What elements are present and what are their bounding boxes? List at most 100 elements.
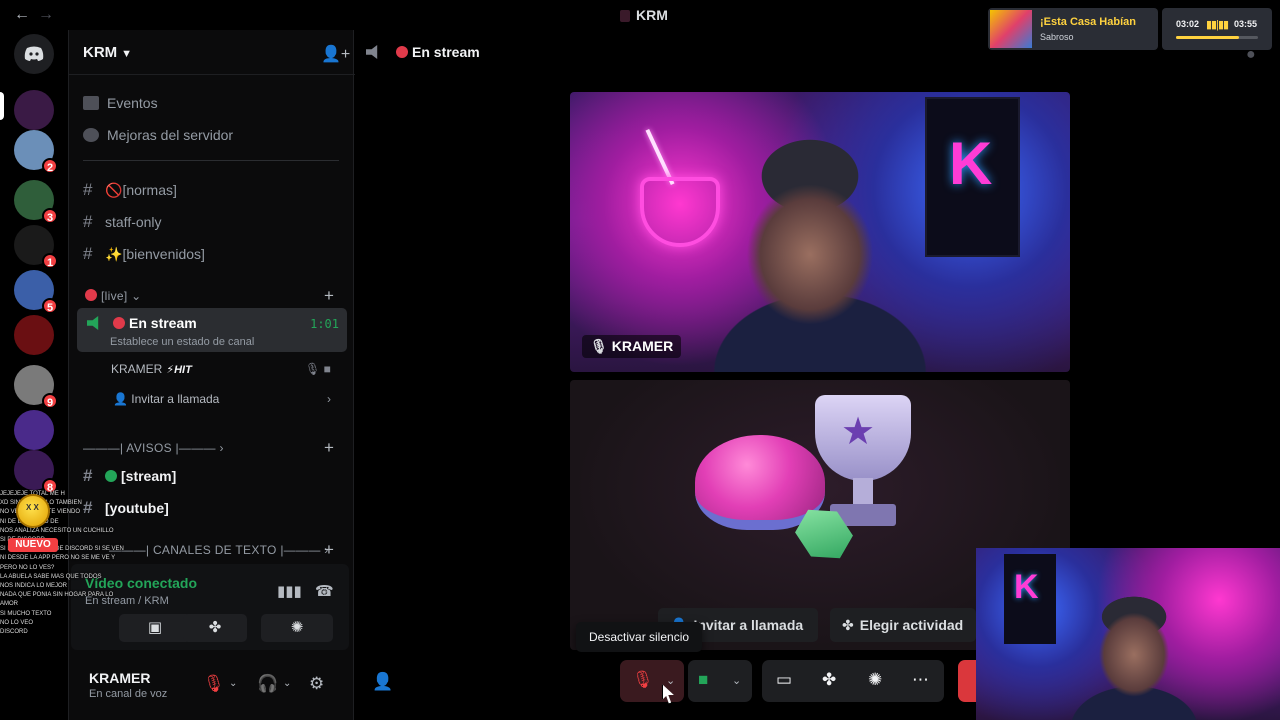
total-time: 03:55: [1234, 19, 1258, 29]
add-channel-icon[interactable]: +: [324, 438, 334, 458]
soundboard-button[interactable]: ✺: [261, 614, 333, 642]
channel-youtube[interactable]: # [youtube]: [83, 498, 169, 518]
discord-home-button[interactable]: [14, 34, 54, 74]
song-title: ¡Esta Casa Habían: [1040, 16, 1136, 28]
server-icon: [620, 10, 630, 23]
chevron-down-icon[interactable]: ⌄: [732, 674, 741, 687]
channel-status[interactable]: Establece un estado de canal: [110, 336, 254, 348]
chevron-down-icon: ⌄: [131, 289, 142, 303]
hash-icon: #: [83, 498, 93, 517]
camera-icon: ▣: [147, 619, 163, 636]
chevron-right-icon: ›: [327, 392, 331, 406]
speaker-icon: [87, 316, 99, 330]
camera-icon: ■: [698, 670, 709, 689]
screen-share-icon[interactable]: ▭: [776, 670, 792, 690]
server-icon[interactable]: [14, 410, 54, 450]
category-avisos[interactable]: ———| AVISOS |——— ›: [83, 441, 224, 455]
category-live[interactable]: [live] ⌄: [85, 289, 141, 303]
choose-activity-button[interactable]: ✤ Elegir actividad: [830, 608, 976, 642]
server-icon[interactable]: 5: [14, 270, 58, 314]
soundboard-icon: ✺: [290, 619, 304, 636]
progress-fill: [1176, 36, 1240, 39]
stage-header: En stream: [366, 44, 480, 60]
forward-arrow-icon[interactable]: →: [38, 6, 54, 24]
discord-logo-icon: [14, 34, 54, 74]
noise-suppression-icon[interactable]: ▮▮▮: [277, 582, 302, 600]
add-channel-icon[interactable]: +: [324, 286, 334, 306]
user-status: En canal de voz: [89, 688, 168, 700]
camera-toggle-button[interactable]: ▣: [119, 614, 191, 642]
voice-connection-panel: Vídeo conectado En stream / KRM ▮▮▮ ☎ ▣ …: [71, 564, 349, 650]
album-art: [990, 10, 1032, 48]
add-person-icon[interactable]: 👤: [372, 672, 393, 692]
chevron-down-icon[interactable]: ⌄: [283, 678, 291, 689]
server-icon[interactable]: 8: [14, 450, 58, 494]
server-header[interactable]: KRM ▼: [83, 44, 132, 61]
activities-button[interactable]: ✤: [183, 614, 247, 642]
server-boosts-item[interactable]: Mejoras del servidor: [83, 127, 233, 143]
channel-staff-only[interactable]: # staff-only: [83, 212, 162, 232]
hash-icon: #: [83, 180, 93, 199]
disconnect-icon[interactable]: ☎: [315, 582, 334, 600]
speaker-icon: [366, 45, 378, 59]
member-status-icons: 🎙 ■: [305, 362, 331, 376]
trophy-illustration: ★: [815, 395, 911, 481]
soundboard-icon[interactable]: ✺: [868, 670, 882, 690]
unmute-tooltip: Desactivar silencio: [576, 622, 703, 652]
muted-mic-icon: 🎙: [632, 670, 654, 689]
channel-bienvenidos[interactable]: # ✨[bienvenidos]: [83, 244, 205, 264]
calendar-icon: [83, 96, 99, 110]
camera-button[interactable]: ■ ⌄: [688, 660, 752, 702]
unmute-button[interactable]: 🎙 ⌄: [620, 660, 684, 702]
unread-badge: 5: [42, 298, 58, 314]
song-artist: Sabroso: [1040, 32, 1074, 42]
server-icon[interactable]: 1: [14, 225, 58, 269]
active-server-indicator: [0, 92, 4, 120]
headphones-icon[interactable]: 🎧: [257, 674, 278, 694]
server-icon[interactable]: 9: [14, 365, 58, 409]
unread-badge: 3: [42, 208, 58, 224]
voice-location[interactable]: En stream / KRM: [85, 595, 169, 607]
unread-badge: 9: [42, 393, 58, 409]
server-icon[interactable]: 2: [14, 130, 58, 174]
new-badge: NUEVO: [8, 538, 58, 552]
server-icon[interactable]: 3: [14, 180, 58, 224]
category-canales-de-texto[interactable]: ———| CANALES DE TEXTO |——— ›: [109, 543, 329, 557]
channel-sidebar: KRM ▼ 👤+ Eventos Mejoras del servidor # 🚫[…: [68, 30, 355, 720]
hash-icon: #: [83, 212, 93, 231]
user-panel: KRAMER En canal de voz 🎙 ⌄ 🎧 ⌄ ⚙: [69, 654, 355, 720]
invite-to-call[interactable]: 👤 Invitar a llamada: [113, 392, 219, 406]
events-item[interactable]: Eventos: [83, 95, 158, 111]
username[interactable]: KRAMER: [89, 670, 150, 686]
add-channel-icon[interactable]: +: [324, 540, 334, 560]
server-avatar: [14, 90, 54, 130]
add-person-icon: 👤: [113, 392, 128, 406]
server-rail: 2 3 1 5 9 8: [0, 30, 68, 720]
video-tile-kramer[interactable]: 🎙KRAMER: [570, 92, 1070, 372]
now-playing-widget: ¡Esta Casa Habían Sabroso: [988, 8, 1158, 50]
camera-icon: ■: [323, 362, 331, 376]
mute-mic-icon[interactable]: 🎙: [203, 674, 225, 694]
chevron-down-icon[interactable]: ⌄: [229, 678, 237, 689]
back-arrow-icon[interactable]: ←: [14, 6, 30, 24]
chevron-right-icon: ›: [219, 441, 224, 455]
smiley-emote-icon: [16, 494, 50, 528]
member-tag: ⚡HIT: [166, 364, 192, 376]
window-title: KRM: [620, 7, 668, 23]
voice-connected-status[interactable]: Vídeo conectado: [85, 575, 197, 591]
server-icon[interactable]: [14, 315, 54, 355]
settings-gear-icon[interactable]: ⚙: [309, 674, 324, 694]
voice-channel-name: En stream: [113, 315, 197, 331]
channel-normas[interactable]: # 🚫[normas]: [83, 180, 177, 200]
server-icon[interactable]: [14, 90, 54, 130]
voice-member-kramer[interactable]: KRAMER ⚡HIT: [111, 362, 192, 376]
chevron-down-icon[interactable]: ⌄: [666, 674, 675, 687]
add-member-icon[interactable]: 👤+: [321, 44, 350, 64]
server-avatar: [14, 410, 54, 450]
activities-icon[interactable]: ✤: [822, 670, 836, 690]
streamer-webcam-overlay: [976, 548, 1280, 720]
voice-channel-en-stream[interactable]: En stream Establece un estado de canal 1…: [77, 308, 347, 352]
more-options-icon[interactable]: ⋯: [912, 670, 929, 690]
chevron-down-icon: ▼: [121, 48, 133, 60]
channel-stream[interactable]: # [stream]: [83, 466, 176, 486]
